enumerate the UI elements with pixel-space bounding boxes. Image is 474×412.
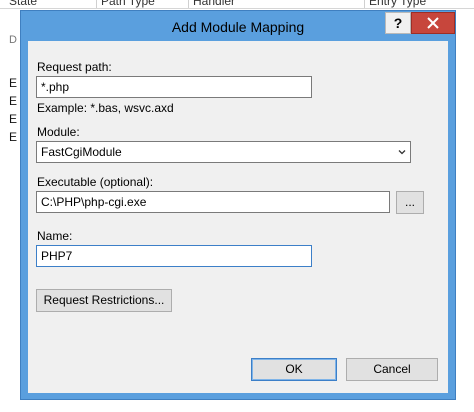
module-select-value: FastCgiModule: [41, 145, 122, 159]
column-header-state[interactable]: State: [9, 0, 37, 8]
request-restrictions-button[interactable]: Request Restrictions...: [36, 289, 172, 312]
module-select[interactable]: FastCgiModule: [36, 141, 411, 163]
executable-label: Executable (optional):: [37, 175, 154, 189]
help-button[interactable]: ?: [385, 12, 411, 34]
dialog-title-bar[interactable]: Add Module Mapping ?: [21, 11, 455, 41]
cancel-button[interactable]: Cancel: [346, 358, 438, 381]
add-module-mapping-dialog: Add Module Mapping ? Request path: *.php…: [20, 10, 456, 400]
executable-input[interactable]: C:\PHP\php-cgi.exe: [36, 191, 390, 213]
background-letter: D: [9, 34, 17, 46]
name-input[interactable]: PHP7: [36, 245, 312, 267]
browse-button[interactable]: ...: [396, 191, 424, 214]
column-header-handler[interactable]: Handler: [188, 0, 235, 8]
column-header-path-type[interactable]: Path Type: [96, 0, 155, 8]
close-button[interactable]: [411, 12, 455, 34]
close-icon: [427, 17, 439, 29]
name-label: Name:: [37, 229, 73, 243]
column-header-entry-type[interactable]: Entry Type: [364, 0, 426, 8]
request-path-input[interactable]: *.php: [36, 76, 312, 98]
request-path-example: Example: *.bas, wsvc.axd: [37, 101, 174, 115]
background-list-header: State Path Type Handler Entry Type: [0, 0, 474, 9]
request-path-label: Request path:: [37, 60, 112, 74]
chevron-down-icon: [398, 150, 406, 155]
module-label: Module:: [37, 125, 80, 139]
ok-button[interactable]: OK: [251, 358, 337, 381]
dialog-client-area: Request path: *.php Example: *.bas, wsvc…: [28, 41, 448, 393]
